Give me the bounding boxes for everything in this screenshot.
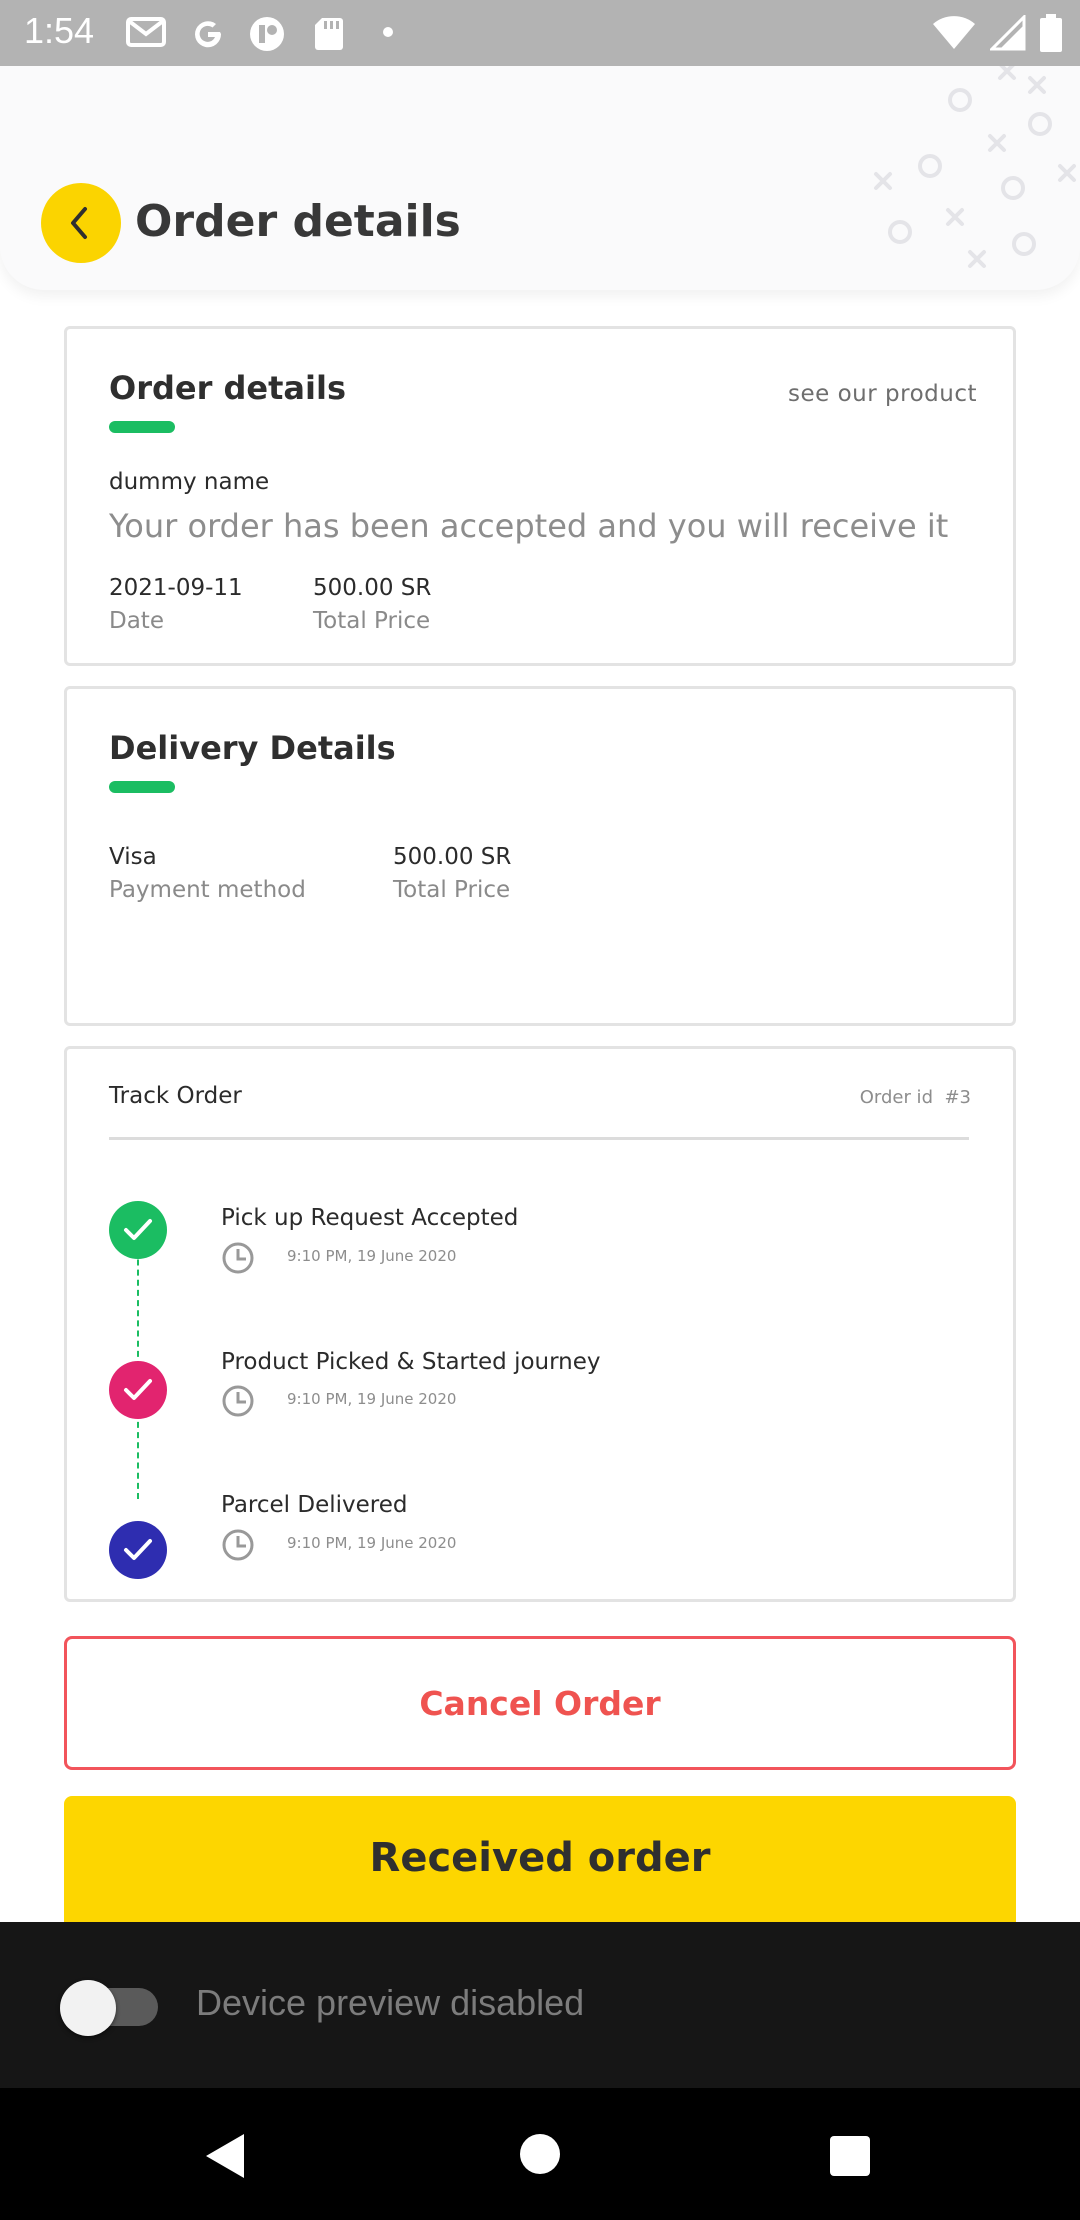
customer-name: dummy name xyxy=(109,469,270,495)
received-order-button[interactable]: Received order xyxy=(64,1796,1016,1922)
system-nav-bar xyxy=(0,2088,1080,2220)
clock-icon xyxy=(222,1385,254,1417)
nav-home-icon[interactable] xyxy=(520,2134,560,2174)
step-title: Pick up Request Accepted xyxy=(221,1205,519,1231)
page-title: Order details xyxy=(135,196,461,247)
app-header: Order details xyxy=(0,66,1080,290)
delivery-details-card: Delivery Details Visa Payment method 500… xyxy=(64,686,1016,1026)
see-our-product-link[interactable]: see our product xyxy=(788,381,977,407)
payment-method-label: Payment method xyxy=(109,877,306,903)
check-icon xyxy=(124,1219,152,1240)
heading-underline xyxy=(109,421,175,433)
check-icon xyxy=(124,1379,152,1400)
check-icon xyxy=(124,1539,152,1560)
track-divider xyxy=(109,1137,969,1140)
order-id-value: #3 xyxy=(944,1087,971,1108)
step-status-icon xyxy=(109,1361,167,1419)
order-id: Order id #3 xyxy=(860,1087,971,1108)
clock-icon xyxy=(222,1529,254,1561)
google-icon xyxy=(195,21,222,48)
track-order-card: Track Order Order id #3 Pick up Request … xyxy=(64,1046,1016,1602)
decorative-pattern-icon xyxy=(874,66,1076,268)
order-price-label: Total Price xyxy=(313,608,431,634)
app-content: Order details Order details see our prod… xyxy=(0,66,1080,1922)
dot-icon xyxy=(383,27,393,37)
order-id-label: Order id xyxy=(859,1087,933,1108)
wifi-icon xyxy=(933,16,975,49)
order-status-message: Your order has been accepted and you wil… xyxy=(109,507,949,545)
gmail-icon xyxy=(126,17,166,47)
sd-card-icon xyxy=(315,18,343,50)
step-title: Product Picked & Started journey xyxy=(221,1349,601,1375)
order-price-value: 500.00 SR xyxy=(313,575,432,601)
step-status-icon xyxy=(109,1201,167,1259)
delivery-details-heading: Delivery Details xyxy=(109,729,396,767)
app-icon xyxy=(250,17,284,51)
order-date-label: Date xyxy=(109,608,164,634)
status-bar: 1:54 xyxy=(0,0,1080,66)
toggle-knob[interactable] xyxy=(60,1980,116,2036)
nav-back-icon[interactable] xyxy=(204,2132,248,2180)
order-date-value: 2021-09-11 xyxy=(109,575,243,601)
order-details-card: Order details see our product dummy name… xyxy=(64,326,1016,666)
step-status-icon xyxy=(109,1521,167,1579)
status-time: 1:54 xyxy=(24,10,95,51)
step-time: 9:10 PM, 19 June 2020 xyxy=(287,1247,457,1265)
payment-method-value: Visa xyxy=(109,844,157,870)
step-title: Parcel Delivered xyxy=(221,1492,408,1518)
cancel-order-button[interactable]: Cancel Order xyxy=(64,1636,1016,1770)
back-button[interactable] xyxy=(41,183,121,263)
track-order-heading: Track Order xyxy=(109,1083,242,1109)
delivery-price-label: Total Price xyxy=(393,877,511,903)
battery-icon xyxy=(1040,14,1062,52)
clock-icon xyxy=(222,1242,254,1274)
order-details-heading: Order details xyxy=(109,369,346,407)
delivery-price-value: 500.00 SR xyxy=(393,844,512,870)
device-preview-label: Device preview disabled xyxy=(196,1982,585,2023)
step-time: 9:10 PM, 19 June 2020 xyxy=(287,1390,457,1408)
device-preview-bar: Device preview disabled xyxy=(0,1922,1080,2088)
nav-recents-icon[interactable] xyxy=(830,2136,870,2176)
heading-underline xyxy=(109,781,175,793)
step-time: 9:10 PM, 19 June 2020 xyxy=(287,1534,457,1552)
signal-icon xyxy=(990,15,1026,51)
chevron-left-icon xyxy=(71,207,87,239)
